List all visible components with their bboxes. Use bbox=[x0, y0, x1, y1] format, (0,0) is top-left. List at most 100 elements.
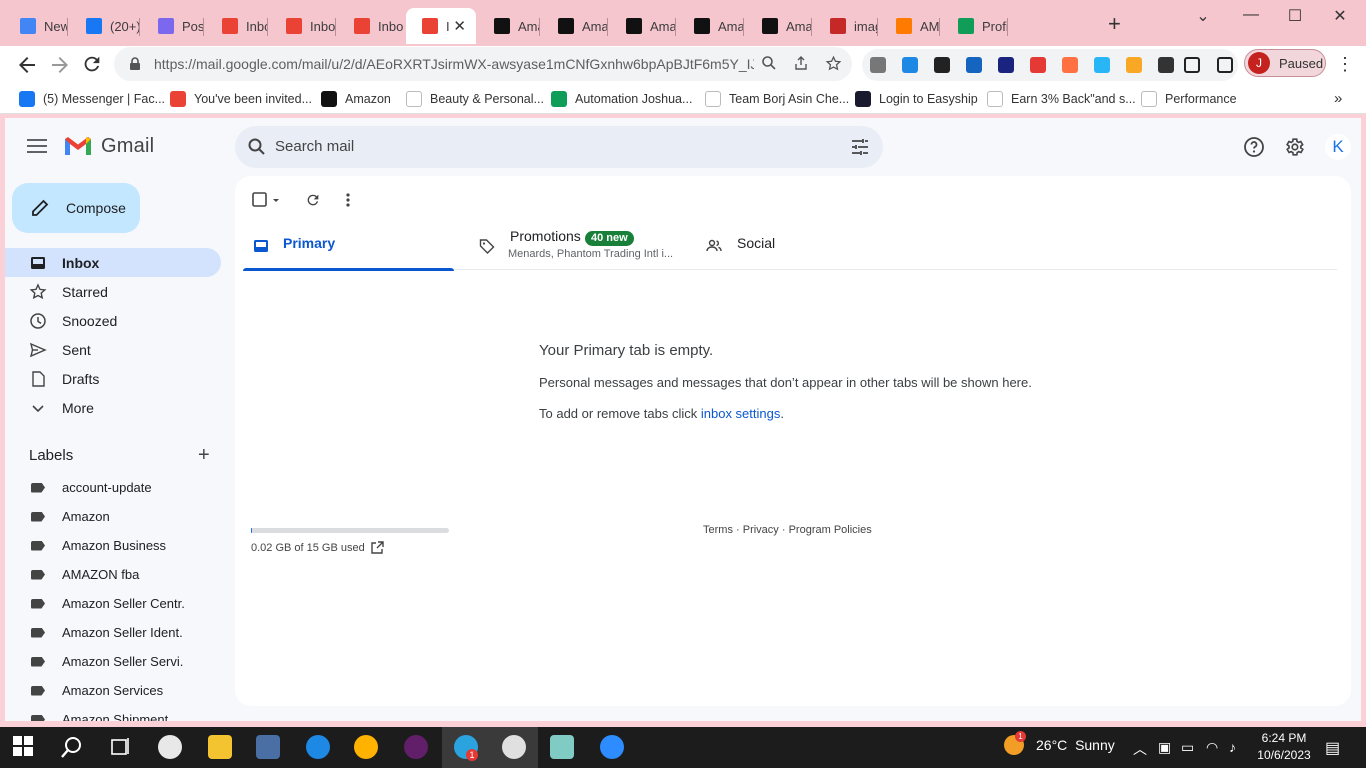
compose-button[interactable]: Compose bbox=[12, 183, 140, 233]
settings-gear-icon[interactable] bbox=[1283, 136, 1305, 158]
sidebar-item-sent[interactable]: Sent bbox=[5, 335, 221, 364]
js-icon[interactable] bbox=[1062, 57, 1078, 73]
reload-button[interactable] bbox=[80, 53, 104, 77]
more-actions-icon[interactable] bbox=[341, 190, 355, 210]
browser-tab[interactable]: imag bbox=[814, 8, 878, 44]
bookmark-item[interactable]: Amazon bbox=[321, 90, 391, 108]
tab-social[interactable]: Social bbox=[703, 222, 903, 270]
bookmarks-overflow-icon[interactable]: » bbox=[1334, 90, 1342, 107]
label-item[interactable]: Amazon Seller Servi. bbox=[5, 647, 221, 676]
tray-overflow-icon[interactable]: ︿ bbox=[1133, 739, 1147, 759]
label-item[interactable]: Amazon Seller Ident. bbox=[5, 618, 221, 647]
bookmark-item[interactable]: Automation Joshua... bbox=[551, 90, 692, 108]
label-item[interactable]: Amazon Shipment bbox=[5, 705, 221, 721]
browser-tab[interactable]: Amaz bbox=[478, 8, 540, 44]
label-item[interactable]: account-update bbox=[5, 473, 221, 502]
volume-icon[interactable]: ♪ bbox=[1229, 739, 1236, 755]
forward-button[interactable] bbox=[48, 53, 72, 77]
browser-menu-icon[interactable]: ⋮ bbox=[1336, 54, 1354, 75]
account-avatar[interactable]: K bbox=[1325, 134, 1351, 160]
gmail-logo-icon[interactable] bbox=[63, 135, 93, 157]
bookmark-item[interactable]: Beauty & Personal... bbox=[406, 90, 544, 108]
vpn-icon[interactable] bbox=[902, 57, 918, 73]
network-app-icon[interactable] bbox=[256, 735, 280, 759]
side-panel-icon[interactable] bbox=[1217, 57, 1233, 73]
refresh-icon[interactable] bbox=[305, 190, 321, 210]
bookmark-item[interactable]: (5) Messenger | Fac... bbox=[19, 90, 165, 108]
bookmark-item[interactable]: Performance bbox=[1141, 90, 1237, 108]
label-item[interactable]: Amazon Seller Centr. bbox=[5, 589, 221, 618]
search-options-icon[interactable] bbox=[851, 138, 869, 156]
edge-icon[interactable] bbox=[306, 735, 330, 759]
off-extension-icon[interactable] bbox=[870, 57, 886, 73]
inbox-settings-link[interactable]: inbox settings bbox=[701, 406, 781, 421]
browser-tab[interactable]: Profit bbox=[942, 8, 1008, 44]
fba-icon[interactable] bbox=[1094, 57, 1110, 73]
analytics-icon[interactable] bbox=[998, 57, 1014, 73]
browser-tab[interactable]: Inbo bbox=[270, 8, 336, 44]
tab-promotions[interactable]: Promotions 40 new Menards, Phantom Tradi… bbox=[473, 222, 693, 270]
browser-tab[interactable]: Amaz bbox=[610, 8, 676, 44]
back-button[interactable] bbox=[15, 53, 39, 77]
url-text[interactable]: https://mail.google.com/mail/u/2/d/AEoRX… bbox=[154, 56, 754, 72]
address-bar[interactable]: https://mail.google.com/mail/u/2/d/AEoRX… bbox=[114, 47, 852, 81]
profile-button[interactable]: J Paused bbox=[1244, 49, 1326, 77]
start-icon[interactable] bbox=[12, 735, 36, 759]
bookmark-item[interactable]: Team Borj Asin Che... bbox=[705, 90, 849, 108]
vpn-app-icon[interactable] bbox=[354, 735, 378, 759]
sidebar-item-starred[interactable]: Starred bbox=[5, 277, 221, 306]
search-input[interactable]: Search mail bbox=[275, 138, 354, 155]
browser-tab[interactable]: Inbo bbox=[338, 8, 404, 44]
maximize-icon[interactable]: ☐ bbox=[1285, 6, 1305, 26]
window-close-icon[interactable]: ✕ bbox=[1330, 6, 1350, 26]
clock-time[interactable]: 6:24 PM bbox=[1252, 731, 1316, 745]
puzzle-icon[interactable] bbox=[1158, 57, 1174, 73]
zoom-icon[interactable] bbox=[600, 735, 624, 759]
browser-tab[interactable]: AMZ bbox=[880, 8, 940, 44]
browser-tab[interactable]: Inbo bbox=[206, 8, 268, 44]
meet-now-icon[interactable]: ▣ bbox=[1158, 739, 1171, 756]
chrome-profile-icon[interactable] bbox=[502, 735, 526, 759]
minimize-window-icon[interactable]: — bbox=[1241, 6, 1261, 24]
ok-extension-icon[interactable] bbox=[966, 57, 982, 73]
close-tab-icon[interactable]: ✕ bbox=[453, 17, 466, 35]
file-explorer-icon[interactable] bbox=[208, 735, 232, 759]
browser-tab[interactable]: (20+) bbox=[70, 8, 140, 44]
label-item[interactable]: Amazon Business bbox=[5, 531, 221, 560]
search-icon[interactable] bbox=[60, 735, 84, 759]
new-tab-icon[interactable]: + bbox=[1108, 12, 1121, 36]
bookmark-item[interactable]: Login to Easyship bbox=[855, 90, 978, 108]
search-page-icon[interactable] bbox=[760, 55, 778, 73]
sidebar-item-inbox[interactable]: Inbox bbox=[5, 248, 221, 277]
sidebar-item-more[interactable]: More bbox=[5, 393, 221, 422]
browser-tab[interactable]: Post a bbox=[142, 8, 204, 44]
task-view-icon[interactable] bbox=[108, 735, 132, 759]
clock-date[interactable]: 10/6/2023 bbox=[1252, 748, 1316, 762]
search-icon[interactable] bbox=[247, 137, 267, 157]
browser-tab[interactable]: Amaz bbox=[542, 8, 608, 44]
sidebar-item-snoozed[interactable]: Snoozed bbox=[5, 306, 221, 335]
help-icon[interactable] bbox=[1243, 136, 1265, 158]
reading-list-icon[interactable] bbox=[1184, 57, 1200, 73]
site-info-icon[interactable] bbox=[128, 57, 142, 71]
tab-primary[interactable]: Primary bbox=[243, 222, 454, 271]
browser-tab[interactable]: Amaz bbox=[678, 8, 744, 44]
bookmark-star-icon[interactable] bbox=[824, 55, 842, 73]
add-label-icon[interactable]: + bbox=[198, 445, 210, 465]
main-menu-icon[interactable] bbox=[27, 139, 47, 153]
browser-tab[interactable]: Amaz bbox=[746, 8, 812, 44]
notifications-icon[interactable]: ▤ bbox=[1325, 738, 1340, 758]
privacy-link[interactable]: Privacy bbox=[743, 524, 779, 536]
open-storage-external-icon[interactable] bbox=[370, 541, 384, 555]
program-policies-link[interactable]: Program Policies bbox=[789, 524, 872, 536]
battery-icon[interactable]: ▭ bbox=[1181, 739, 1194, 756]
label-item[interactable]: Amazon Services bbox=[5, 676, 221, 705]
search-bar[interactable]: Search mail bbox=[235, 126, 883, 168]
circle-extension-icon[interactable] bbox=[1126, 57, 1142, 73]
browser-tab[interactable]: New bbox=[4, 8, 68, 44]
wifi-icon[interactable]: ◠ bbox=[1206, 739, 1218, 756]
pokeball-icon[interactable] bbox=[1030, 57, 1046, 73]
notepad-icon[interactable] bbox=[550, 735, 574, 759]
select-all-checkbox[interactable] bbox=[251, 190, 283, 210]
share-icon[interactable] bbox=[792, 55, 810, 73]
